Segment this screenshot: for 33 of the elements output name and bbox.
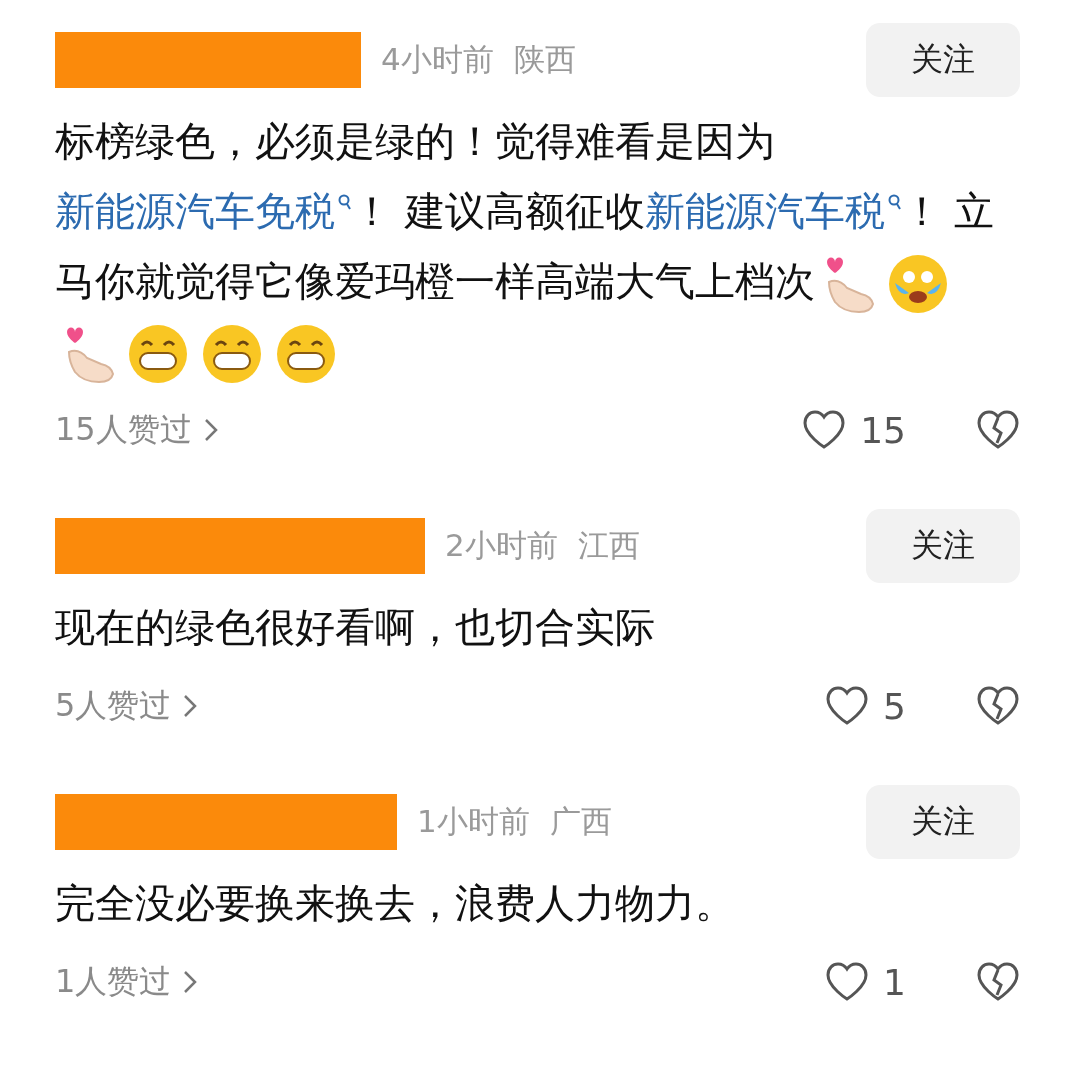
broken-heart-icon[interactable]	[976, 962, 1020, 1002]
chevron-right-icon	[183, 970, 198, 994]
like-count: 5	[883, 685, 906, 727]
follow-button[interactable]: 关注	[866, 23, 1020, 97]
like-heart-icon[interactable]	[825, 962, 870, 1002]
like-heart-icon[interactable]	[825, 686, 870, 726]
likers-link[interactable]: 5人赞过	[55, 684, 198, 728]
chevron-right-icon	[203, 418, 218, 442]
grin-emoji-icon	[127, 323, 189, 385]
like-count: 15	[860, 409, 906, 451]
grin-emoji-icon	[275, 323, 337, 385]
broken-heart-icon[interactable]	[976, 410, 1020, 450]
comment-time: 4小时前	[381, 40, 494, 79]
comment-region: 江西	[577, 526, 640, 565]
comment-time: 1小时前	[417, 802, 530, 841]
like-count: 1	[883, 961, 906, 1003]
comment-region: 广西	[549, 802, 612, 841]
search-link[interactable]: 新能源汽车税	[644, 188, 902, 234]
comment-region: 陕西	[513, 40, 576, 79]
comment-time: 2小时前	[445, 526, 558, 565]
comment-text: 现在的绿色很好看啊，也切合实际	[55, 603, 656, 652]
like-heart-icon[interactable]	[802, 410, 847, 450]
likers-link[interactable]: 1人赞过	[55, 960, 198, 1004]
search-link[interactable]: 新能源汽车免税	[55, 188, 352, 234]
follow-button[interactable]: 关注	[866, 785, 1020, 859]
chevron-right-icon	[183, 694, 198, 718]
broken-heart-icon[interactable]	[976, 686, 1020, 726]
comment-text: 标榜绿色，必须是绿的！觉得难看是因为 新能源汽车免税 ！ 建议高额征收新能源汽车税 ！ 立马你就觉得它像爱玛橙一样高端大气上档次	[55, 106, 1020, 386]
grin-emoji-icon	[201, 323, 263, 385]
teary-emoji-icon	[887, 253, 949, 315]
comment-text: 完全没必要换来换去，浪费人力物力。	[55, 879, 736, 928]
likers-link[interactable]: 15人赞过	[55, 408, 218, 452]
follow-button[interactable]: 关注	[866, 509, 1020, 583]
